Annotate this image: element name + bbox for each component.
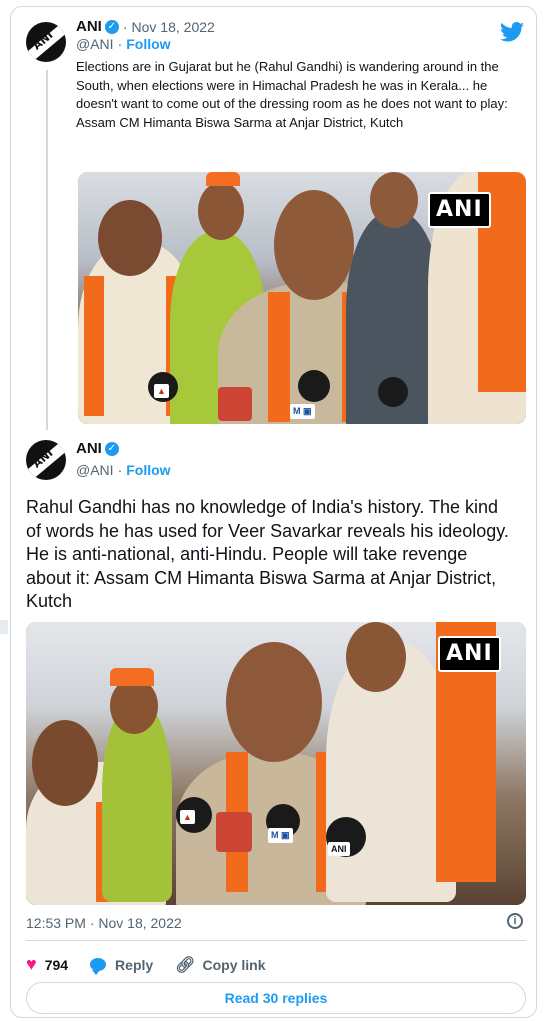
like-button[interactable]: ♥ 794: [26, 954, 68, 975]
twitter-bird-icon[interactable]: [500, 22, 524, 42]
quoted-tweet-subheader: @ANI · Follow: [76, 36, 171, 52]
ani-watermark: ANI: [438, 636, 501, 672]
main-tweet-text: Rahul Gandhi has no knowledge of India's…: [26, 497, 509, 611]
ani-avatar[interactable]: ANI: [26, 22, 66, 62]
follow-button[interactable]: Follow: [126, 36, 170, 52]
copy-link-button[interactable]: 🔗︎ Copy link: [175, 955, 265, 975]
separator: ·: [117, 36, 123, 52]
info-icon[interactable]: i: [507, 913, 523, 929]
page-edge-mark: [0, 620, 8, 634]
main-tweet-header: ANI ✓: [76, 440, 119, 457]
author-handle[interactable]: @ANI: [76, 462, 114, 478]
tweet-date[interactable]: Nov 18, 2022: [132, 19, 215, 35]
read-replies-button[interactable]: Read 30 replies: [26, 982, 526, 1014]
tweet-timestamp[interactable]: 12:53 PM · Nov 18, 2022: [26, 915, 182, 931]
separator: ·: [122, 18, 128, 35]
follow-button[interactable]: Follow: [126, 462, 170, 478]
reply-label: Reply: [115, 956, 154, 973]
separator: ·: [117, 462, 123, 478]
verified-badge-icon: ✓: [104, 441, 119, 456]
quoted-tweet-photo[interactable]: ▲ M ▣ ANI: [78, 172, 526, 424]
author-handle[interactable]: @ANI: [76, 36, 114, 52]
speech-bubble-icon: [90, 958, 107, 975]
quoted-tweet-header: ANI ✓ · Nov 18, 2022: [76, 18, 215, 35]
heart-icon: ♥: [26, 954, 37, 974]
copy-link-label: Copy link: [202, 956, 266, 973]
verified-badge-icon: ✓: [104, 19, 119, 34]
like-count: 794: [44, 956, 69, 973]
quoted-tweet-text: Elections are in Gujarat but he (Rahul G…: [76, 59, 508, 130]
author-name[interactable]: ANI: [76, 18, 102, 35]
divider: [26, 940, 526, 941]
tweet-actions: ♥ 794 Reply 🔗︎ Copy link: [26, 954, 288, 975]
thread-line: [46, 70, 48, 430]
reply-button[interactable]: Reply: [90, 956, 154, 975]
author-name[interactable]: ANI: [76, 440, 102, 457]
ani-avatar[interactable]: ANI: [26, 440, 66, 480]
main-tweet-subheader: @ANI · Follow: [76, 462, 171, 478]
ani-watermark: ANI: [428, 192, 491, 228]
link-icon: 🔗︎: [175, 956, 196, 974]
main-tweet-photo[interactable]: ▲ M ▣ ANI ANI: [26, 622, 526, 905]
